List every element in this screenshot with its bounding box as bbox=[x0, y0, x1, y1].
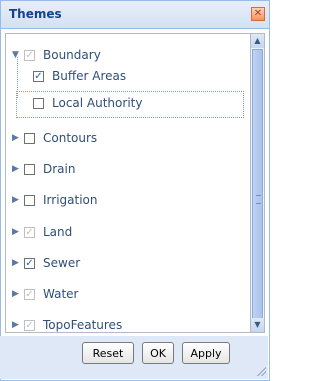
scroll-thumb[interactable] bbox=[252, 49, 263, 319]
checkbox-sewer[interactable]: ✓ bbox=[24, 257, 35, 269]
tree-item-label: Boundary bbox=[43, 48, 101, 62]
tree-item-water[interactable]: ▶ ✓ Water bbox=[12, 285, 78, 303]
theme-tree: ▼ ✓ Boundary ✓ Buffer Areas Local Author… bbox=[5, 33, 252, 333]
resize-grip-icon[interactable] bbox=[256, 366, 266, 376]
expanded-arrow-icon[interactable]: ▼ bbox=[12, 50, 24, 60]
checkbox-boundary[interactable]: ✓ bbox=[24, 49, 35, 61]
tree-item-buffer-areas[interactable]: ✓ Buffer Areas bbox=[33, 67, 126, 85]
collapsed-arrow-icon[interactable]: ▶ bbox=[12, 164, 24, 174]
collapsed-arrow-icon[interactable]: ▶ bbox=[12, 227, 24, 237]
tree-item-land[interactable]: ▶ ✓ Land bbox=[12, 223, 72, 241]
collapsed-arrow-icon[interactable]: ▶ bbox=[12, 195, 24, 205]
tree-item-label: Buffer Areas bbox=[52, 69, 127, 83]
checkbox-buffer-areas[interactable]: ✓ bbox=[33, 70, 44, 82]
tree-item-topofeatures[interactable]: ▶ ✓ TopoFeatures bbox=[12, 316, 123, 332]
scroll-down-icon[interactable]: ▼ bbox=[251, 318, 264, 332]
panel-title: Themes bbox=[9, 7, 62, 21]
tree-item-drain[interactable]: ▶ Drain bbox=[12, 160, 75, 178]
tree-item-label: Sewer bbox=[43, 256, 81, 270]
reset-button[interactable]: Reset bbox=[82, 342, 134, 364]
checkbox-topofeatures[interactable]: ✓ bbox=[24, 319, 35, 331]
tree-item-label: TopoFeatures bbox=[43, 318, 123, 332]
tree-item-sewer[interactable]: ▶ ✓ Sewer bbox=[12, 254, 80, 272]
collapsed-arrow-icon[interactable]: ▶ bbox=[12, 258, 24, 268]
checkbox-irrigation[interactable] bbox=[24, 194, 35, 206]
close-icon[interactable]: ✕ bbox=[251, 7, 265, 21]
scroll-up-icon[interactable]: ▲ bbox=[251, 34, 264, 48]
tree-item-label: Drain bbox=[43, 162, 76, 176]
checkbox-contours[interactable] bbox=[24, 132, 35, 144]
tree-item-label: Water bbox=[43, 287, 79, 301]
tree-item-boundary[interactable]: ▼ ✓ Boundary bbox=[12, 46, 101, 64]
apply-button[interactable]: Apply bbox=[182, 342, 230, 364]
tree-item-label: Land bbox=[43, 225, 73, 239]
tree-item-irrigation[interactable]: ▶ Irrigation bbox=[12, 191, 98, 209]
ok-button[interactable]: OK bbox=[142, 342, 174, 364]
tree-item-label: Contours bbox=[43, 131, 98, 145]
checkbox-local-authority[interactable] bbox=[33, 97, 44, 109]
checkbox-water[interactable]: ✓ bbox=[24, 288, 35, 300]
grip-icon bbox=[256, 195, 261, 204]
tree-item-label: Irrigation bbox=[43, 193, 98, 207]
tree-item-local-authority[interactable]: Local Authority bbox=[33, 94, 142, 112]
tree-item-contours[interactable]: ▶ Contours bbox=[12, 129, 97, 147]
collapsed-arrow-icon[interactable]: ▶ bbox=[12, 133, 24, 143]
collapsed-arrow-icon[interactable]: ▶ bbox=[12, 289, 24, 299]
panel-footer: Reset OK Apply bbox=[0, 336, 268, 379]
collapsed-arrow-icon[interactable]: ▶ bbox=[12, 320, 24, 330]
tree-item-label: Local Authority bbox=[52, 96, 143, 110]
checkbox-land[interactable]: ✓ bbox=[24, 226, 35, 238]
checkbox-drain[interactable] bbox=[24, 163, 35, 175]
panel-header: Themes ✕ bbox=[1, 1, 269, 29]
vertical-scrollbar[interactable]: ▲ ▼ bbox=[250, 33, 265, 333]
